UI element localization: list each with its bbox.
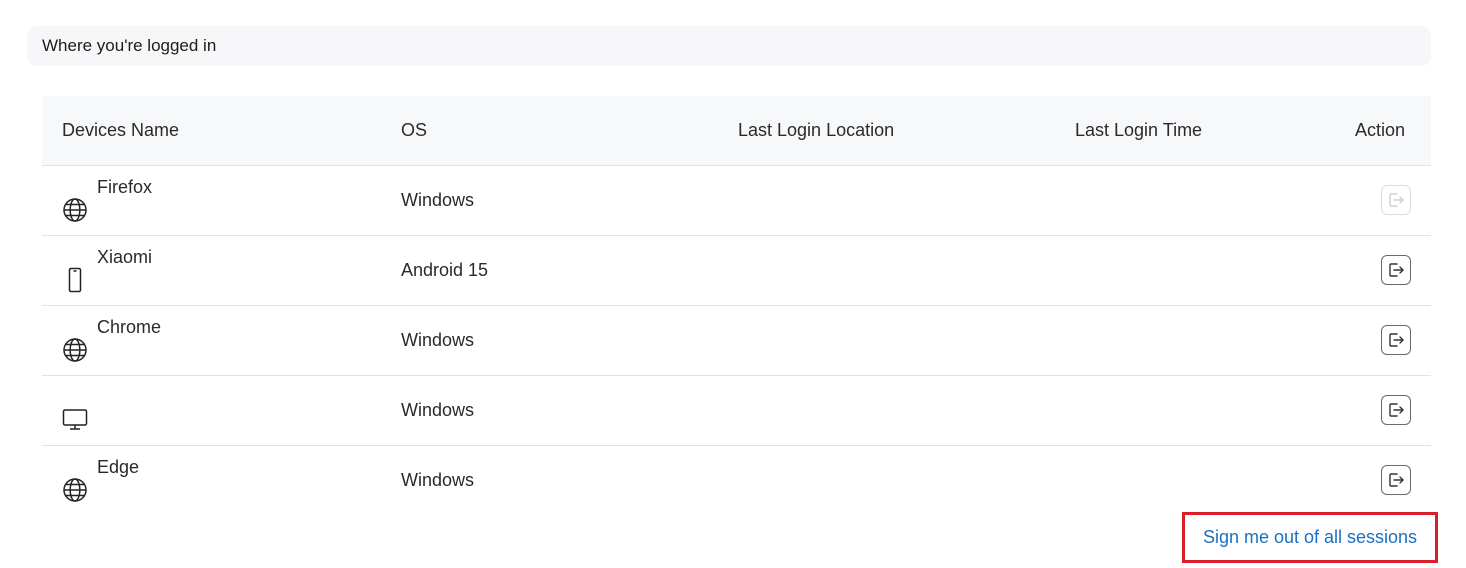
time-cell bbox=[1055, 235, 1315, 305]
logout-session-button[interactable] bbox=[1381, 255, 1411, 285]
globe-icon bbox=[62, 197, 88, 223]
table-row: Xiaomi Android 15 bbox=[42, 235, 1431, 305]
logout-session-button[interactable] bbox=[1381, 185, 1411, 215]
sessions-table: Devices Name OS Last Login Location Last… bbox=[42, 96, 1431, 515]
sign-out-all-sessions-link[interactable]: Sign me out of all sessions bbox=[1203, 527, 1417, 548]
os-cell: Windows bbox=[401, 399, 475, 420]
table-row: Edge Windows bbox=[42, 445, 1431, 515]
device-cell: Xiaomi bbox=[62, 245, 381, 295]
os-cell: Windows bbox=[401, 189, 475, 210]
section-title: Where you're logged in bbox=[42, 36, 217, 55]
logout-session-button[interactable] bbox=[1381, 465, 1411, 496]
location-cell bbox=[718, 235, 1055, 305]
section-header: Where you're logged in bbox=[27, 26, 1431, 66]
logout-session-button[interactable] bbox=[1381, 325, 1411, 355]
logout-icon bbox=[1389, 403, 1404, 417]
column-header-action: Action bbox=[1315, 96, 1431, 166]
device-name: Edge bbox=[97, 457, 140, 478]
logout-icon bbox=[1389, 263, 1404, 277]
device-name: Firefox bbox=[97, 177, 153, 197]
highlight-box: Sign me out of all sessions bbox=[1182, 512, 1438, 563]
device-cell bbox=[62, 385, 381, 435]
column-header-os: OS bbox=[381, 96, 718, 166]
device-name: Xiaomi bbox=[97, 247, 153, 267]
table-row: Chrome Windows bbox=[42, 305, 1431, 375]
location-cell bbox=[718, 305, 1055, 375]
time-cell bbox=[1055, 375, 1315, 445]
column-header-time: Last Login Time bbox=[1055, 96, 1315, 166]
logout-session-button[interactable] bbox=[1381, 395, 1411, 425]
logout-icon bbox=[1389, 193, 1404, 207]
table-row: Firefox Windows bbox=[42, 165, 1431, 235]
time-cell bbox=[1055, 445, 1315, 515]
device-cell: Chrome bbox=[62, 315, 381, 365]
device-cell: Edge bbox=[62, 455, 381, 505]
table-header-row: Devices Name OS Last Login Location Last… bbox=[42, 96, 1431, 166]
time-cell bbox=[1055, 165, 1315, 235]
column-header-device: Devices Name bbox=[42, 96, 381, 166]
globe-icon bbox=[62, 477, 88, 503]
device-cell: Firefox bbox=[62, 175, 381, 225]
logout-icon bbox=[1389, 333, 1404, 347]
monitor-icon bbox=[62, 407, 88, 433]
location-cell bbox=[718, 445, 1055, 515]
location-cell bbox=[718, 375, 1055, 445]
table-row: Windows bbox=[42, 375, 1431, 445]
phone-icon bbox=[62, 267, 88, 293]
os-cell: Windows bbox=[401, 329, 475, 350]
column-header-location: Last Login Location bbox=[718, 96, 1055, 166]
device-name: Chrome bbox=[97, 317, 162, 337]
time-cell bbox=[1055, 305, 1315, 375]
os-cell: Android 15 bbox=[401, 259, 489, 280]
location-cell bbox=[718, 165, 1055, 235]
globe-icon bbox=[62, 337, 88, 363]
os-cell: Windows bbox=[401, 469, 475, 490]
logout-icon bbox=[1389, 473, 1404, 487]
